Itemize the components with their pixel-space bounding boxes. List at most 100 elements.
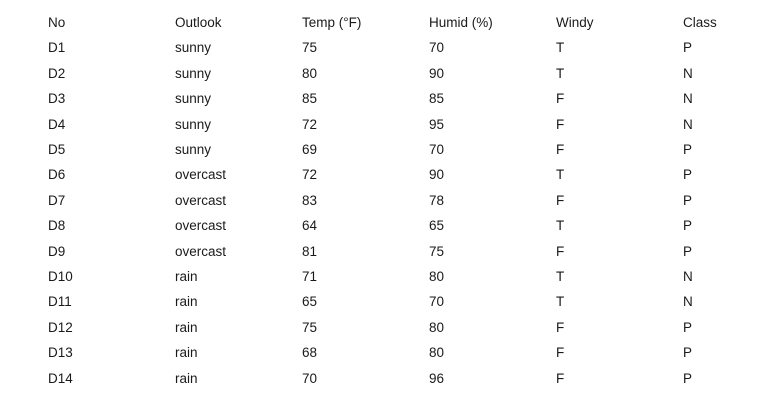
cell-windy: F [556,142,565,158]
table-row: D8 overcast 64 65 T P [48,213,743,238]
header-outlook: Outlook [175,15,222,30]
header-no: No [48,15,66,30]
cell-temp: 65 [302,294,318,310]
cell-class: P [683,167,693,183]
cell-outlook: sunny [175,116,212,132]
header-temp: Temp (°F) [302,15,362,30]
cell-outlook: rain [175,370,198,386]
table-row: D12 rain 75 80 F P [48,315,743,340]
cell-outlook: sunny [175,142,212,158]
cell-humid: 85 [429,91,445,107]
cell-windy: T [556,167,565,183]
cell-windy: T [556,218,565,234]
table-row: D7 overcast 83 78 F P [48,188,743,213]
cell-windy: F [556,370,565,386]
cell-class: P [683,319,693,335]
cell-no: D5 [48,142,66,158]
cell-no: D2 [48,65,66,81]
cell-windy: F [556,319,565,335]
header-row: No Outlook Temp (°F) Humid (%) Windy Cla… [48,10,743,35]
cell-humid: 75 [429,243,445,259]
table-row: D1 sunny 75 70 T P [48,35,743,60]
cell-temp: 69 [302,142,318,158]
table-row: D10 rain 71 80 T N [48,264,743,289]
table-row: D13 rain 68 80 F P [48,340,743,365]
header-humid: Humid (%) [429,15,493,30]
cell-no: D7 [48,192,66,208]
cell-humid: 78 [429,192,445,208]
cell-windy: T [556,65,565,81]
cell-windy: F [556,116,565,132]
cell-no: D12 [48,319,73,335]
cell-temp: 75 [302,40,318,56]
cell-class: P [683,243,693,259]
cell-temp: 81 [302,243,318,259]
table-row: D14 rain 70 96 F P [48,366,743,391]
cell-temp: 68 [302,345,318,361]
cell-class: P [683,218,693,234]
cell-humid: 70 [429,294,445,310]
cell-humid: 70 [429,142,445,158]
cell-outlook: sunny [175,65,212,81]
cell-no: D9 [48,243,66,259]
cell-class: P [683,142,693,158]
cell-temp: 72 [302,167,318,183]
cell-windy: T [556,294,565,310]
cell-windy: F [556,345,565,361]
cell-no: D11 [48,294,72,310]
table-row: D2 sunny 80 90 T N [48,61,743,86]
table-header: No Outlook Temp (°F) Humid (%) Windy Cla… [48,10,743,35]
table-row: D3 sunny 85 85 F N [48,86,743,111]
cell-outlook: overcast [175,218,227,234]
cell-class: P [683,40,693,56]
cell-outlook: rain [175,345,198,361]
cell-class: N [683,294,693,310]
cell-temp: 80 [302,65,318,81]
table-body: D1 sunny 75 70 T P D2 sunny 80 90 T N D3 sunny 85 85 F N D… [48,35,743,391]
cell-temp: 85 [302,91,318,107]
cell-no: D6 [48,167,66,183]
cell-humid: 90 [429,65,445,81]
cell-class: P [683,345,693,361]
cell-outlook: overcast [175,243,227,259]
cell-humid: 70 [429,40,445,56]
cell-humid: 90 [429,167,445,183]
cell-no: D13 [48,345,73,361]
cell-no: D8 [48,218,66,234]
cell-no: D1 [48,40,66,56]
cell-outlook: rain [175,269,198,285]
header-windy: Windy [556,15,594,30]
cell-class: N [683,91,693,107]
cell-outlook: rain [175,319,198,335]
cell-outlook: sunny [175,91,212,107]
cell-humid: 80 [429,319,445,335]
cell-class: N [683,116,693,132]
weather-data-table: No Outlook Temp (°F) Humid (%) Windy Cla… [48,10,743,391]
cell-windy: F [556,192,565,208]
cell-temp: 83 [302,192,318,208]
cell-humid: 65 [429,218,445,234]
cell-class: N [683,269,693,285]
cell-temp: 75 [302,319,318,335]
table-row: D11 rain 65 70 T N [48,289,743,314]
cell-no: D10 [48,269,73,285]
cell-no: D4 [48,116,66,132]
cell-outlook: overcast [175,192,227,208]
cell-windy: T [556,269,565,285]
cell-humid: 95 [429,116,445,132]
cell-temp: 72 [302,116,318,132]
cell-temp: 71 [302,269,318,285]
cell-temp: 70 [302,370,318,386]
cell-outlook: rain [175,294,198,310]
cell-class: N [683,65,693,81]
table-row: D4 sunny 72 95 F N [48,112,743,137]
cell-outlook: overcast [175,167,227,183]
cell-no: D3 [48,91,66,107]
header-class: Class [683,15,717,30]
cell-no: D14 [48,370,73,386]
cell-windy: F [556,243,565,259]
cell-outlook: sunny [175,40,212,56]
cell-windy: F [556,91,565,107]
cell-humid: 80 [429,345,445,361]
table-row: D9 overcast 81 75 F P [48,239,743,264]
